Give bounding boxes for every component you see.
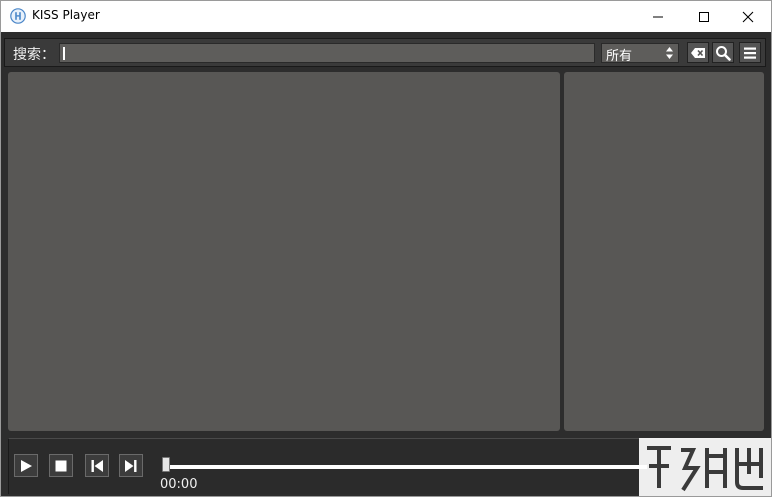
app-window: KISS Player 搜索： 所有 00:00: [0, 0, 772, 497]
seek-bar[interactable]: [167, 465, 647, 469]
backspace-clear-icon: [691, 47, 705, 58]
previous-button[interactable]: [85, 454, 109, 477]
seek-handle[interactable]: [162, 457, 170, 472]
maximize-button[interactable]: [681, 1, 727, 32]
maximize-icon: [699, 11, 709, 22]
search-input[interactable]: [59, 43, 595, 63]
minimize-button[interactable]: [635, 1, 681, 32]
play-icon: [21, 459, 32, 472]
elapsed-time: 00:00: [160, 477, 198, 492]
skip-previous-icon: [91, 459, 103, 472]
text-caret: [63, 47, 65, 60]
menu-button[interactable]: [739, 42, 761, 63]
search-toolbar: 搜索： 所有: [4, 38, 766, 67]
minimize-icon: [653, 16, 663, 17]
filter-select[interactable]: 所有: [601, 43, 679, 64]
play-button[interactable]: [14, 454, 38, 477]
kiss-player-app-icon: [10, 8, 26, 24]
stop-icon: [55, 460, 67, 471]
clear-search-button[interactable]: [687, 42, 709, 63]
title-bar: KISS Player: [1, 1, 771, 32]
next-button[interactable]: [119, 454, 143, 477]
video-display-area[interactable]: [8, 72, 560, 431]
playlist-panel[interactable]: [564, 72, 764, 431]
search-icon: [716, 45, 731, 61]
hamburger-menu-icon: [744, 47, 756, 59]
filter-selected-value: 所有: [606, 49, 633, 64]
close-icon: [742, 11, 754, 22]
search-label: 搜索：: [13, 47, 55, 63]
updown-arrows-icon: [666, 47, 673, 59]
window-title: KISS Player: [32, 8, 100, 22]
close-button[interactable]: [725, 1, 771, 32]
skip-next-icon: [125, 459, 137, 472]
stop-button[interactable]: [49, 454, 73, 477]
site-watermark-logo: [639, 438, 771, 496]
search-button[interactable]: [712, 42, 734, 63]
